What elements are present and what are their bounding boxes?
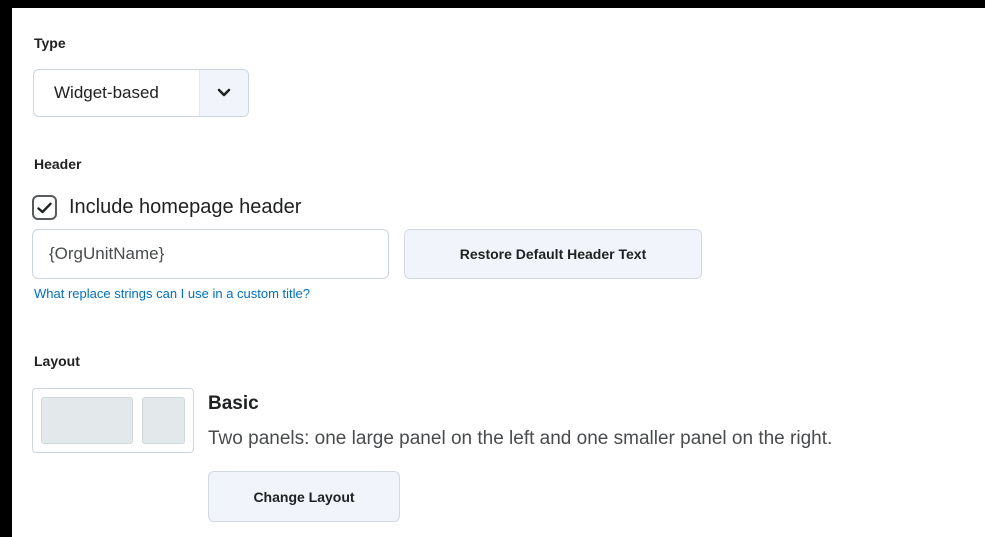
layout-section-label: Layout [34, 353, 80, 369]
checkmark-icon [37, 202, 52, 213]
include-header-checkbox-row[interactable]: Include homepage header [32, 195, 301, 220]
select-arrow-button[interactable] [199, 70, 248, 116]
type-select-value: Widget-based [54, 83, 159, 102]
chevron-down-icon [217, 88, 231, 97]
change-layout-button[interactable]: Change Layout [208, 471, 400, 522]
type-section-label: Type [34, 35, 66, 51]
header-text-input[interactable] [32, 229, 389, 279]
layout-thumbnail-small-panel [142, 397, 185, 444]
homepage-settings-panel: Type Widget-based Header Include homepag… [12, 8, 985, 537]
header-section-label: Header [34, 156, 82, 172]
include-header-checkbox-label: Include homepage header [69, 196, 302, 218]
include-header-checkbox[interactable] [32, 195, 57, 220]
replace-strings-help-link[interactable]: What replace strings can I use in a cust… [34, 286, 310, 301]
layout-thumbnail [32, 388, 194, 453]
layout-description: Two panels: one large panel on the left … [208, 428, 833, 449]
type-select[interactable]: Widget-based [33, 69, 249, 117]
layout-thumbnail-large-panel [41, 397, 133, 444]
layout-name: Basic [208, 393, 259, 414]
restore-default-header-button[interactable]: Restore Default Header Text [404, 229, 702, 279]
